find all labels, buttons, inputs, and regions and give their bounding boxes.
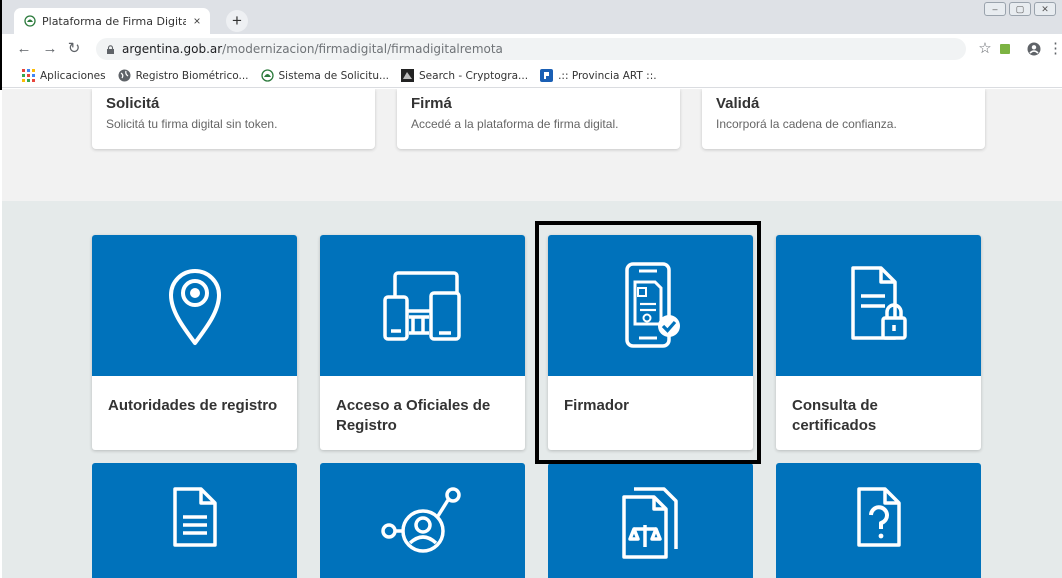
card-subtitle: Accedé a la plataforma de firma digital. [411,117,619,131]
globe-icon [118,69,131,82]
bookmark-label: Registro Biométrico... [135,69,249,82]
lock-icon [107,44,114,54]
url-path: /modernizacion/firmadigital/firmadigital… [222,42,503,56]
minimize-icon[interactable]: – [984,2,1006,16]
argentina-seal-icon [260,69,274,82]
bookmark-apps[interactable]: Aplicaciones [22,69,106,82]
maximize-icon[interactable]: ▢ [1009,2,1031,16]
legal-documents-icon [621,487,678,559]
tile-label: Consulta de certificados [792,397,878,434]
tile-image [320,235,525,376]
close-tab-icon[interactable]: × [190,14,204,28]
tile-row2-documentos[interactable] [92,463,297,578]
provincia-icon [540,69,554,82]
question-document-icon [856,487,901,547]
apps-grid-icon [22,69,35,82]
account-icon[interactable] [1024,39,1044,59]
address-bar[interactable]: argentina.gob.ar/modernizacion/firmadigi… [96,38,966,60]
tile-label: Autoridades de registro [108,397,278,414]
extension-icon[interactable] [995,39,1015,59]
bookmark-label: .:: Provincia ART ::. [558,69,657,82]
top-section: Solicitá Solicitá tu firma digital sin t… [2,89,1062,201]
forward-icon[interactable]: → [40,39,60,59]
tab-strip: Plataforma de Firma Digital Rem × + – ▢ … [2,0,1062,34]
back-icon[interactable]: ← [14,39,34,59]
card-subtitle: Incorporá la cadena de confianza. [716,117,897,131]
bookmark-sistema-solicitud[interactable]: Sistema de Solicitu... [260,69,390,82]
browser-toolbar: ← → ↻ argentina.gob.ar/modernizacion/fir… [2,34,1062,64]
bookmark-star-icon[interactable]: ☆ [975,39,995,59]
bookmark-provincia-art[interactable]: .:: Provincia ART ::. [540,69,657,82]
crypto-icon [401,69,415,82]
tile-image [92,235,297,376]
tile-consulta-certificados[interactable]: Consulta de certificados [776,235,981,450]
url-host: argentina.gob.ar [122,42,223,56]
card-title: Validá [716,95,760,112]
bookmark-label: Aplicaciones [40,69,106,82]
tab-title: Plataforma de Firma Digital Rem [42,14,186,28]
window-controls: – ▢ ✕ [984,2,1056,16]
tile-autoridades-registro[interactable]: Autoridades de registro [92,235,297,450]
bookmark-registro-biometrico[interactable]: Registro Biométrico... [118,69,249,82]
new-tab-button[interactable]: + [226,10,248,32]
user-network-icon [380,487,461,553]
close-window-icon[interactable]: ✕ [1034,2,1056,16]
services-grid: Autoridades de registro Acceso a Oficial… [2,201,1062,578]
document-lock-icon [850,265,907,340]
tile-row2-legal[interactable] [548,463,753,578]
card-valida[interactable]: Validá Incorporá la cadena de confianza. [702,89,985,149]
reload-icon[interactable]: ↻ [64,39,84,59]
page-content: Solicitá Solicitá tu firma digital sin t… [2,89,1062,578]
tile-acceso-oficiales[interactable]: Acceso a Oficiales de Registro [320,235,525,450]
browser-chrome: Plataforma de Firma Digital Rem × + – ▢ … [0,0,1062,90]
tile-label: Acceso a Oficiales de Registro [336,397,491,434]
bookmark-label: Sistema de Solicitu... [278,69,390,82]
location-pin-icon [168,268,221,345]
document-lines-icon [172,487,217,547]
tile-row2-red[interactable] [320,463,525,578]
devices-icon [382,270,461,341]
highlight-frame [535,221,761,464]
card-title: Solicitá [106,95,160,112]
bookmark-label: Search - Cryptogra... [419,69,529,82]
tile-image [776,235,981,376]
card-firma[interactable]: Firmá Accedé a la plataforma de firma di… [397,89,680,149]
card-title: Firmá [411,95,452,112]
bookmark-cryptography[interactable]: Search - Cryptogra... [401,69,528,82]
browser-tab[interactable]: Plataforma de Firma Digital Rem × [14,8,210,34]
bookmarks-bar: Aplicaciones Registro Biométrico... Sist… [2,64,1062,88]
argentina-favicon-icon [24,15,36,27]
menu-icon[interactable]: ⋮ [1048,39,1062,59]
card-subtitle: Solicitá tu firma digital sin token. [106,117,278,131]
tile-row2-ayuda[interactable] [776,463,981,578]
card-solicita[interactable]: Solicitá Solicitá tu firma digital sin t… [92,89,375,149]
